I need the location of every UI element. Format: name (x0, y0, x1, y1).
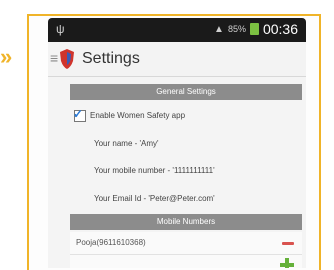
battery-percent: 85% (227, 24, 246, 34)
status-time: 00:36 (262, 21, 298, 37)
status-bar: ψ ▲ 85% 00:36 (48, 18, 306, 42)
enable-app-label[interactable]: Enable Women Safety app (90, 111, 185, 120)
your-name-field[interactable]: Your name - 'Amy' (94, 139, 159, 148)
your-mobile-field[interactable]: Your mobile number - '1111111111' (94, 166, 215, 175)
battery-icon (249, 23, 259, 35)
add-number-button[interactable] (280, 258, 294, 268)
mobile-number-row: Pooja(9611610368) (70, 232, 302, 255)
mobile-number-value: Pooja(9611610368) (76, 238, 146, 247)
your-email-field[interactable]: Your Email Id - 'Peter@Peter.com' (94, 194, 215, 203)
phone-screen: ψ ▲ 85% 00:36 ≡ Settings General Setting… (48, 18, 306, 268)
status-indicators: ▲ 85% 00:36 (214, 21, 298, 37)
page-title: Settings (82, 50, 140, 67)
app-bar: ≡ Settings (48, 42, 306, 77)
add-number-row (70, 255, 302, 268)
general-settings-header: General Settings (70, 84, 302, 100)
signal-icon: ▲ (214, 23, 224, 35)
remove-number-button[interactable] (282, 242, 294, 245)
shield-icon (60, 49, 74, 69)
menu-icon[interactable]: ≡ (50, 50, 58, 66)
usb-icon: ψ (56, 22, 65, 36)
mobile-numbers-header: Mobile Numbers (70, 214, 302, 230)
checkmark-icon: ✓ (73, 107, 84, 121)
chevron-right-icon: » (0, 44, 13, 69)
